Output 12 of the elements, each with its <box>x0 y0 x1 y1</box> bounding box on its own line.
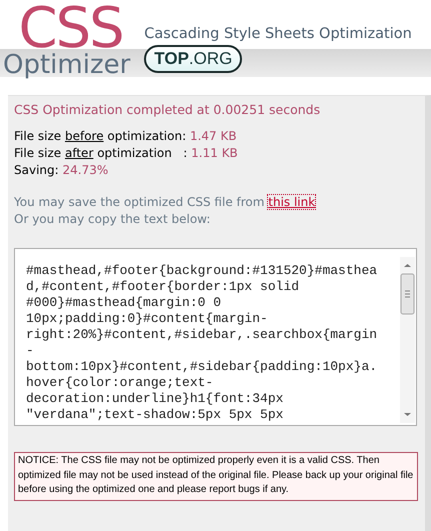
save-instruction: You may save the optimized CSS file from this link <box>14 194 316 211</box>
badge-logo[interactable]: TOP.ORG <box>144 45 242 73</box>
code-field[interactable]: #masthead,#footer{background:#131520}#masthea d,#content,#footer{border:1px solid #000}#masthead{margin:0 0 10px;padding:0}#content{margin- right:20%}#content,#sidebar,.searchbox{margin - bottom:10px}#content,#sidebar{padding:10px}a. hover{color:orange;text- decoration:underline}h1{font:34px "verdana";text-shadow:5px 5px 5px <box>14 248 417 426</box>
copy-instruction: Or you may copy the text below: <box>14 211 212 228</box>
notice-box: NOTICE: The CSS file may not be optimized properly even it is a valid CSS. Then optimized file may not be used instead of the original file. Please back up your original file before using the optimized one and please report bugs if any. <box>14 452 418 500</box>
file-stat: File size before optimization: 1.47 KB <box>14 128 238 145</box>
status-message: CSS Optimization completed at 0.00251 seconds <box>14 102 322 117</box>
tagline: Cascading Style Sheets Optimization <box>144 26 412 42</box>
file-stat: Saving: 24.73% <box>14 162 110 179</box>
logo-subtitle: Optimizer <box>3 50 130 80</box>
download-link[interactable]: this link <box>268 195 316 209</box>
file-stat: File size after optimization : 1.11 KB <box>14 145 239 162</box>
